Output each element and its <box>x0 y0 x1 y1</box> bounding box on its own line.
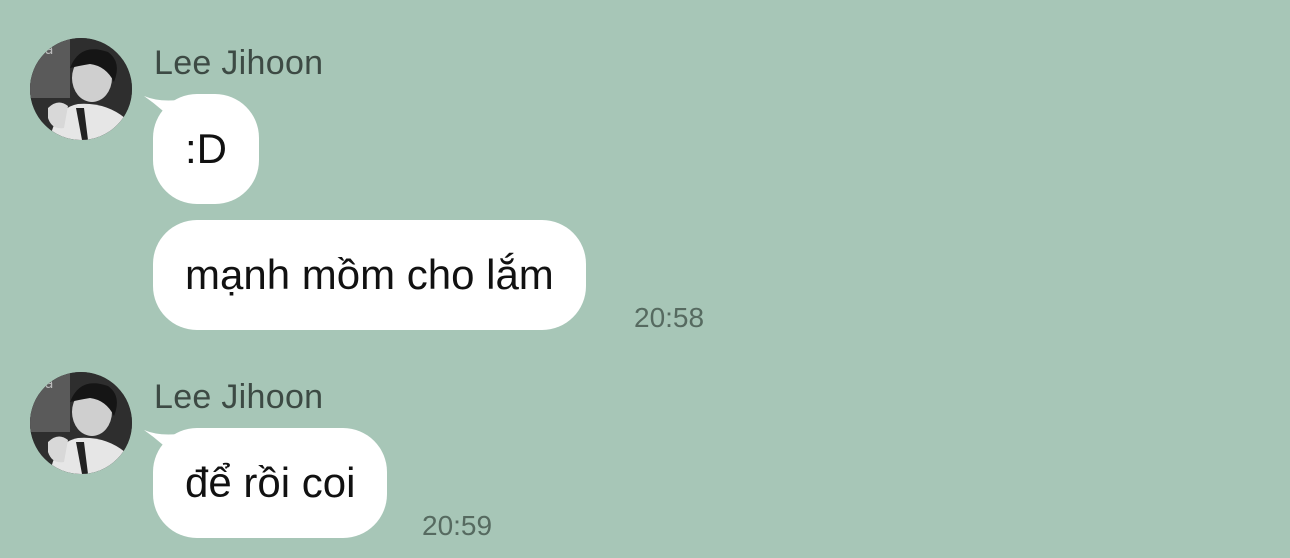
message-bubble[interactable]: mạnh mồm cho lắm <box>153 220 586 330</box>
svg-text:6a: 6a <box>36 376 54 392</box>
message-text: để rồi coi <box>185 459 356 506</box>
profile-photo-icon: 6a <box>30 38 132 140</box>
chat-view: 6a Lee Jihoon :D mạnh mồm cho lắm 20:58 … <box>0 0 1290 558</box>
avatar[interactable]: 6a <box>30 38 132 140</box>
message-text: mạnh mồm cho lắm <box>185 251 554 298</box>
message-bubble[interactable]: để rồi coi <box>153 428 388 538</box>
svg-text:6a: 6a <box>36 42 54 58</box>
message-bubble[interactable]: :D <box>153 94 259 204</box>
message-text: :D <box>185 125 227 172</box>
sender-name: Lee Jihoon <box>154 44 324 82</box>
message-timestamp: 20:59 <box>422 510 493 541</box>
sender-name: Lee Jihoon <box>154 378 324 416</box>
avatar[interactable]: 6a <box>30 372 132 474</box>
message-timestamp: 20:58 <box>634 302 705 333</box>
profile-photo-icon: 6a <box>30 372 132 474</box>
